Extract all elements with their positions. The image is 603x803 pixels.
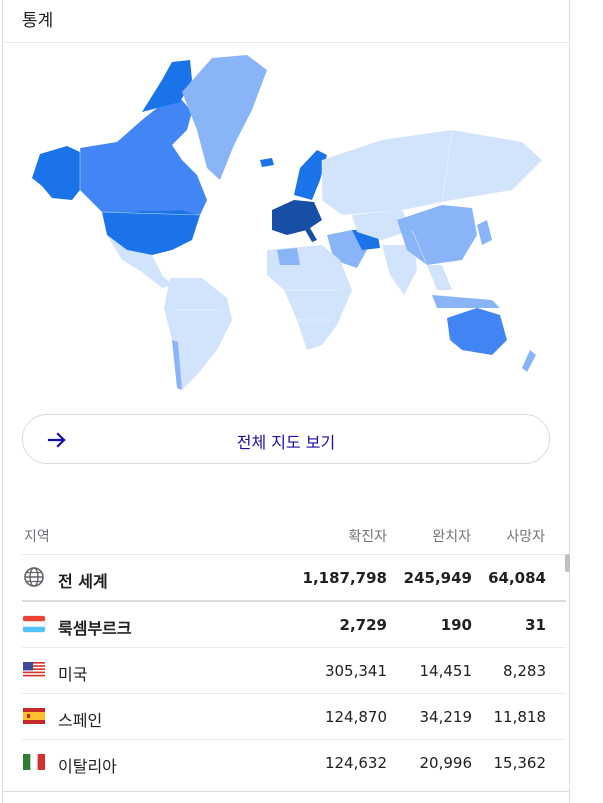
view-full-map-label: 전체 지도 보기	[236, 433, 336, 452]
map-region-australia	[447, 308, 507, 355]
title-divider	[2, 42, 570, 43]
map-region-south-america	[164, 278, 232, 390]
table-row-worldwide[interactable]: 전 세계 1,187,798 245,949 64,084	[22, 554, 566, 601]
row-name: 미국	[58, 665, 88, 684]
luxembourg-flag-icon	[22, 615, 46, 633]
card-title: 통계	[22, 11, 54, 31]
globe-icon	[24, 567, 44, 587]
map-region-alaska	[32, 146, 80, 200]
row-confirmed: 124,632	[324, 754, 387, 772]
world-map[interactable]	[22, 50, 552, 395]
map-region-new-zealand	[522, 350, 536, 372]
row-name: 이탈리아	[58, 757, 117, 776]
map-region-north-africa	[277, 248, 300, 265]
row-confirmed: 124,870	[324, 708, 387, 726]
table-row-usa[interactable]: 미국 305,341 14,451 8,283	[22, 647, 566, 694]
map-region-western-europe	[272, 200, 322, 235]
usa-flag-icon	[23, 662, 45, 678]
table-row-italy[interactable]: 이탈리아 124,632 20,996 15,362	[22, 739, 566, 786]
map-region-indonesia	[432, 295, 500, 308]
spain-flag-icon	[23, 708, 45, 724]
row-name: 룩셈부르크	[58, 619, 132, 638]
row-confirmed: 1,187,798	[302, 569, 387, 587]
table-row-spain[interactable]: 스페인 124,870 34,219 11,818	[22, 693, 566, 740]
header-confirmed[interactable]: 확진자	[348, 526, 387, 546]
bottom-divider	[2, 791, 570, 792]
italy-flag-icon	[23, 754, 45, 770]
header-deaths[interactable]: 사망자	[506, 526, 545, 546]
row-name: 스페인	[58, 711, 103, 730]
row-deaths: 64,084	[488, 569, 546, 587]
header-recovered[interactable]: 완치자	[432, 526, 471, 546]
header-region[interactable]: 지역	[24, 526, 50, 546]
map-region-greenland	[182, 55, 267, 180]
map-region-korea-japan	[477, 220, 492, 245]
map-region-italy	[304, 228, 317, 242]
map-region-iceland	[260, 158, 274, 167]
table-row-luxembourg[interactable]: 룩셈부르크 2,729 190 31	[22, 600, 566, 648]
row-deaths: 31	[525, 616, 546, 634]
row-confirmed: 305,341	[324, 662, 387, 680]
view-full-map-button[interactable]: 전체 지도 보기	[22, 414, 550, 464]
row-deaths: 11,818	[493, 708, 547, 726]
row-confirmed: 2,729	[339, 616, 387, 634]
map-region-southeast-asia	[427, 265, 452, 290]
map-region-canada	[80, 100, 207, 215]
row-deaths: 8,283	[503, 662, 546, 680]
row-name: 전 세계	[58, 572, 108, 591]
map-region-russia	[322, 130, 542, 215]
table-header: 지역 확진자 완치자 사망자	[22, 526, 552, 546]
row-deaths: 15,362	[493, 754, 547, 772]
